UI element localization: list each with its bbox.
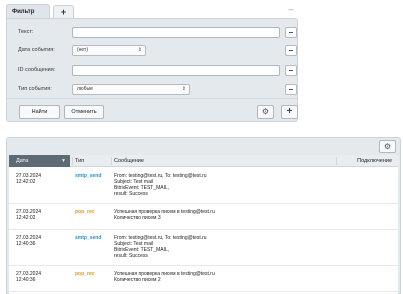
row-message-line: result: Success <box>114 253 148 259</box>
column-header-type[interactable]: Тип <box>75 155 84 167</box>
grid-panel: ⚙ Дата ▼ Тип Сообщение Подключение 27.03… <box>6 137 401 294</box>
table-row[interactable]: 27.03.2024 12:42:02 smtp_send From: test… <box>9 168 398 204</box>
row-type: pop_rec <box>75 271 95 277</box>
message-id-field-label: ID сообщения: <box>18 67 56 73</box>
row-type: pop_rec <box>75 209 95 215</box>
table-row[interactable]: 27.03.2024 12:40:36 smtp_send From: test… <box>9 230 398 266</box>
date-select[interactable]: (нет) ⇕ <box>72 45 146 56</box>
divider <box>7 98 297 99</box>
date-field-label: Дата события: <box>18 47 55 53</box>
date-select-value: (нет) <box>77 47 88 53</box>
remove-event-type-field-button[interactable]: – <box>285 84 297 95</box>
table-row[interactable]: 27.03.2024 12:42:02 pop_rec Успешная про… <box>9 204 398 230</box>
column-header-connection[interactable]: Подключение <box>357 155 392 167</box>
chevron-updown-icon: ⇕ <box>137 47 142 53</box>
text-input[interactable] <box>72 27 280 38</box>
cancel-button[interactable]: Отменить <box>64 105 104 119</box>
row-message: Успешная проверка писем в testing@test.r… <box>114 209 215 221</box>
row-date-time: 12:40:36 <box>16 241 36 247</box>
row-date-time: 12:42:02 <box>16 179 36 185</box>
row-date-time: 12:40:36 <box>16 277 36 283</box>
row-type: smtp_send <box>75 173 102 179</box>
column-separator <box>111 157 112 165</box>
column-separator <box>72 157 73 165</box>
filter-row-text: Текст: – <box>7 27 297 38</box>
log-table: Дата ▼ Тип Сообщение Подключение 27.03.2… <box>9 155 398 294</box>
row-message: From: testing@test.ru, To: testing@test.… <box>114 235 207 259</box>
remove-text-field-button[interactable]: – <box>285 27 297 38</box>
row-date: 27.03.2024 12:40:36 <box>16 235 41 247</box>
event-type-select-value: любые <box>77 86 93 92</box>
find-button[interactable]: Найти <box>19 105 60 119</box>
row-type: smtp_send <box>75 235 102 241</box>
collapse-filter-icon[interactable]: – <box>286 5 296 14</box>
grid-settings-gear-icon[interactable]: ⚙ <box>379 140 396 153</box>
row-message: From: testing@test.ru, To: testing@test.… <box>114 173 207 197</box>
event-type-field-label: Тип события: <box>18 86 52 92</box>
table-header: Дата ▼ Тип Сообщение Подключение <box>9 155 398 167</box>
column-separator <box>336 157 337 165</box>
sort-desc-icon: ▼ <box>61 158 66 164</box>
row-message-line: result: Success <box>114 191 148 197</box>
add-field-button[interactable]: + <box>281 105 298 119</box>
filter-panel: Фильтр + – Текст: – Дата события: (нет) … <box>6 4 298 122</box>
row-message: Успешная проверка писем в testing@test.r… <box>114 271 215 283</box>
column-header-message[interactable]: Сообщение <box>114 155 144 167</box>
column-header-date-label: Дата <box>16 158 29 164</box>
chevron-updown-icon: ⇕ <box>181 86 186 92</box>
remove-date-field-button[interactable]: – <box>285 45 297 56</box>
tab-filter[interactable]: Фильтр <box>6 4 50 18</box>
row-date: 27.03.2024 12:42:02 <box>16 173 41 185</box>
filter-row-event-type: Тип события: любые ⇕ – <box>7 84 297 95</box>
message-id-input[interactable] <box>72 65 280 76</box>
filter-body: Текст: – Дата события: (нет) ⇕ – ID сооб… <box>6 18 298 122</box>
row-message-line: Количество писем 2 <box>114 277 161 283</box>
table-row[interactable]: 27.03.2024 12:40:36 pop_rec Успешная про… <box>9 266 398 292</box>
row-message-line: Количество писем 3 <box>114 215 161 221</box>
add-tab-button[interactable]: + <box>53 5 74 18</box>
event-type-select[interactable]: любые ⇕ <box>72 84 190 95</box>
text-field-label: Текст: <box>18 29 34 35</box>
remove-message-id-field-button[interactable]: – <box>285 65 297 76</box>
row-date-time: 12:42:02 <box>16 215 36 221</box>
row-date: 27.03.2024 12:40:36 <box>16 271 41 283</box>
filter-row-message-id: ID сообщения: – <box>7 65 297 76</box>
row-date: 27.03.2024 12:42:02 <box>16 209 41 221</box>
filter-settings-gear-icon[interactable]: ⚙ <box>257 105 274 119</box>
column-header-date[interactable]: Дата ▼ <box>9 155 70 167</box>
filter-row-date: Дата события: (нет) ⇕ – <box>7 45 297 56</box>
filter-tabs: Фильтр + – <box>6 4 298 18</box>
